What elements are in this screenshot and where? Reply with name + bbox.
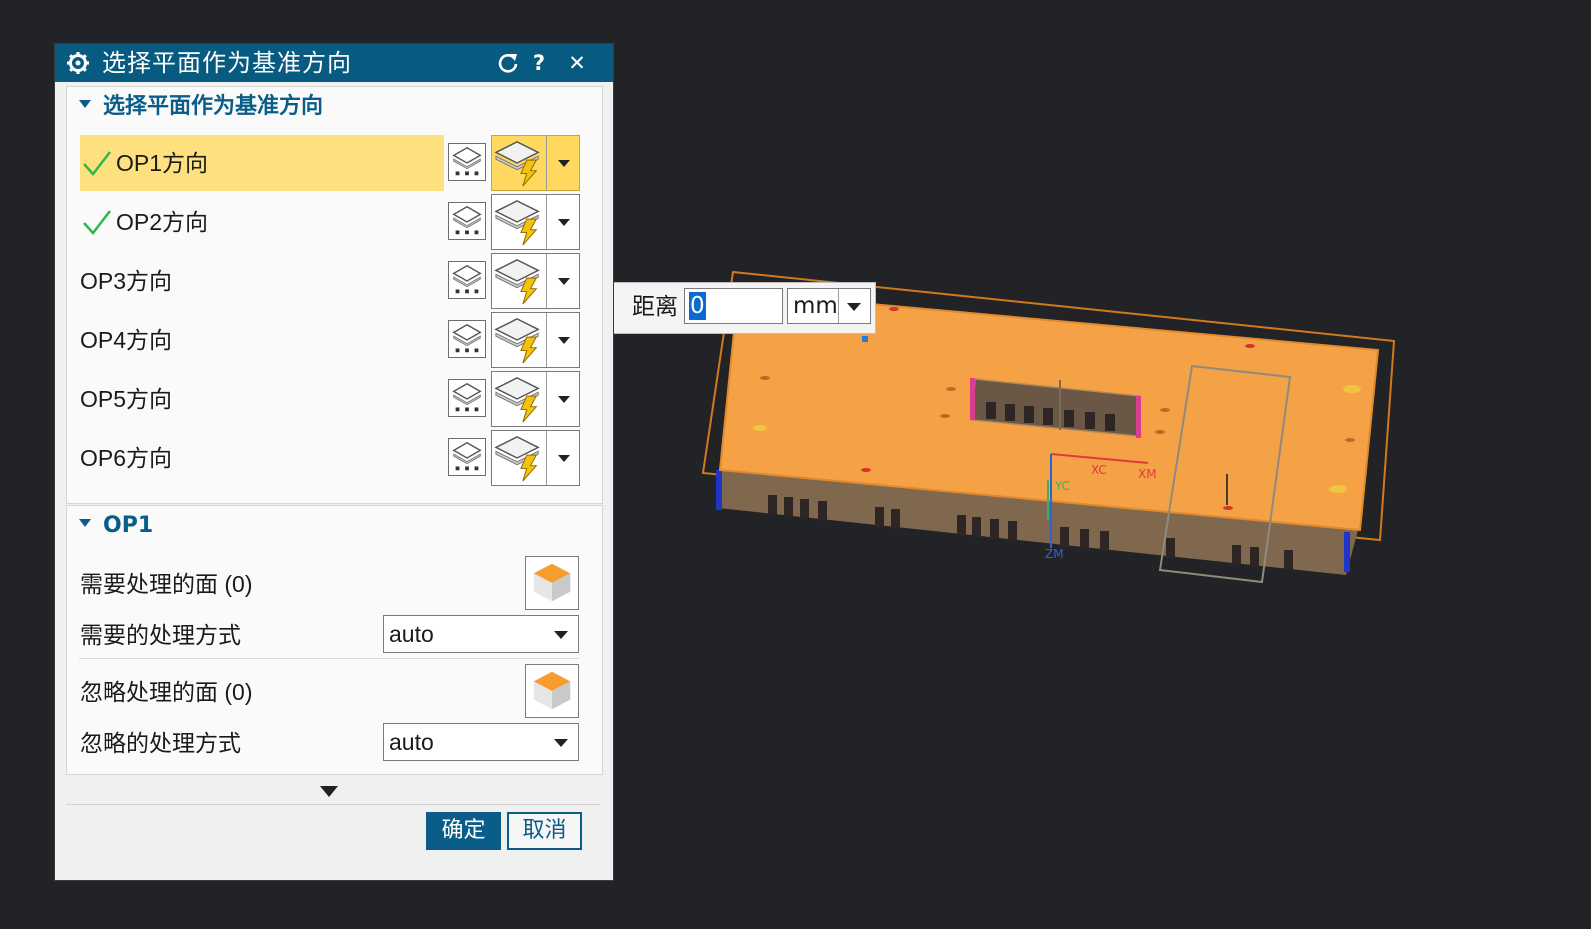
face-cube-icon [533,563,571,602]
slot-edge-right [1136,396,1141,438]
chevron-down-icon[interactable] [558,337,570,344]
op1-separator [79,658,579,659]
combo-divider [546,372,547,426]
dialog-titlebar[interactable]: 选择平面作为基准方向 ? ✕ [55,44,613,82]
combo-divider [546,431,547,485]
chevron-down-icon[interactable] [558,160,570,167]
plane-dialog-icon [449,264,485,302]
plate-marker [862,336,868,342]
op-direction-label: OP5方向 [80,386,173,412]
plane-type-combo[interactable] [491,194,580,250]
plane-dialog-icon [449,205,485,243]
check-icon [83,151,111,176]
op1-group-title: OP1 [103,513,154,538]
combo-divider [546,195,547,249]
ignore-method-label: 忽略的处理方式 [80,730,241,756]
plane-type-combo[interactable] [491,253,580,309]
chevron-down-icon [847,303,861,311]
op1-group: OP1 需要处理的面 (0) 需要的处理方式 auto 忽略处理的面 (0) 忽… [66,505,603,775]
axis-label-xc: XC [1091,463,1107,477]
collapse-caret-icon [79,100,91,108]
op-direction-label: OP4方向 [80,327,173,353]
op-direction-row[interactable]: OP1方向 [80,135,580,191]
dialog-title: 选择平面作为基准方向 [102,49,352,77]
combo-divider [546,313,547,367]
faces-to-ignore-label: 忽略处理的面 (0) [80,679,253,705]
ignore-method-select[interactable]: auto [383,723,579,761]
chevron-down-icon [554,631,568,639]
footer-divider [66,804,601,805]
op-direction-label: OP6方向 [80,445,173,471]
op-direction-row[interactable]: OP2方向 [80,194,580,250]
plane-type-combo[interactable] [491,371,580,427]
op-direction-label: OP2方向 [116,209,209,235]
ok-button[interactable]: 确定 [426,812,501,850]
select-ignore-faces-button[interactable] [525,664,579,718]
plane-dialog-icon [449,323,485,361]
distance-value: 0 [689,292,706,320]
plate-edge-left [716,470,722,510]
gear-icon [67,52,89,74]
plane-direction-dialog: 选择平面作为基准方向 ? ✕ 选择平面作为基准方向 OP1方向 OP2方向 OP3方… [55,44,613,880]
specify-plane-button[interactable] [448,202,486,240]
plane-dialog-icon [449,382,485,420]
specify-plane-button[interactable] [448,438,486,476]
combo-divider [546,136,547,190]
specify-plane-button[interactable] [448,143,486,181]
process-method-label: 需要的处理方式 [80,622,241,648]
axis-label-zm: ZM [1045,547,1064,561]
chevron-down-icon[interactable] [558,219,570,226]
chevron-down-icon[interactable] [558,396,570,403]
plane-dialog-icon [449,441,485,479]
op-direction-row[interactable]: OP6方向 [80,430,580,486]
plane-type-combo[interactable] [491,135,580,191]
combo-divider [546,254,547,308]
chevron-down-icon[interactable] [558,455,570,462]
slot-edge-left [970,378,975,420]
plane-group-title: 选择平面作为基准方向 [103,94,324,119]
specify-plane-button[interactable] [448,261,486,299]
op-direction-row[interactable]: OP5方向 [80,371,580,427]
distance-label: 距离 [632,294,678,320]
distance-unit-select[interactable]: mm [787,288,871,324]
op-direction-label: OP1方向 [116,150,209,176]
distance-input[interactable]: 0 [684,288,783,324]
plane-type-combo[interactable] [491,312,580,368]
ignore-method-value: auto [389,729,434,755]
chevron-down-icon[interactable] [558,278,570,285]
op-direction-label: OP3方向 [80,268,173,294]
op1-group-header[interactable]: OP1 [79,512,153,540]
process-method-value: auto [389,621,434,647]
chevron-down-icon [554,739,568,747]
plane-dialog-icon [449,146,485,184]
axis-label-xm: XM [1138,467,1157,481]
op-direction-row[interactable]: OP3方向 [80,253,580,309]
plane-selection-group: 选择平面作为基准方向 OP1方向 OP2方向 OP3方向 OP4方向 OP5方向 OP6方… [66,86,603,504]
collapse-caret-icon [79,519,91,527]
process-method-select[interactable]: auto [383,615,579,653]
faces-to-process-label: 需要处理的面 (0) [80,571,253,597]
plane-group-header[interactable]: 选择平面作为基准方向 [79,93,323,121]
refresh-icon[interactable] [495,50,521,76]
distance-unit-value: mm [793,293,838,319]
axis-label-yc: YC [1054,479,1070,493]
specify-plane-button[interactable] [448,379,486,417]
check-icon [83,210,111,235]
face-cube-icon [533,671,571,710]
cancel-button[interactable]: 取消 [507,812,582,850]
close-button[interactable]: ✕ [564,50,590,76]
plate-edge-right [1344,532,1350,572]
select-process-faces-button[interactable] [525,556,579,610]
more-options-arrow-icon[interactable] [320,786,338,797]
unit-select-divider [838,289,839,323]
op-direction-row[interactable]: OP4方向 [80,312,580,368]
plane-type-combo[interactable] [491,430,580,486]
specify-plane-button[interactable] [448,320,486,358]
distance-popup: 距离 0 mm [613,282,876,334]
help-button[interactable]: ? [526,50,552,76]
